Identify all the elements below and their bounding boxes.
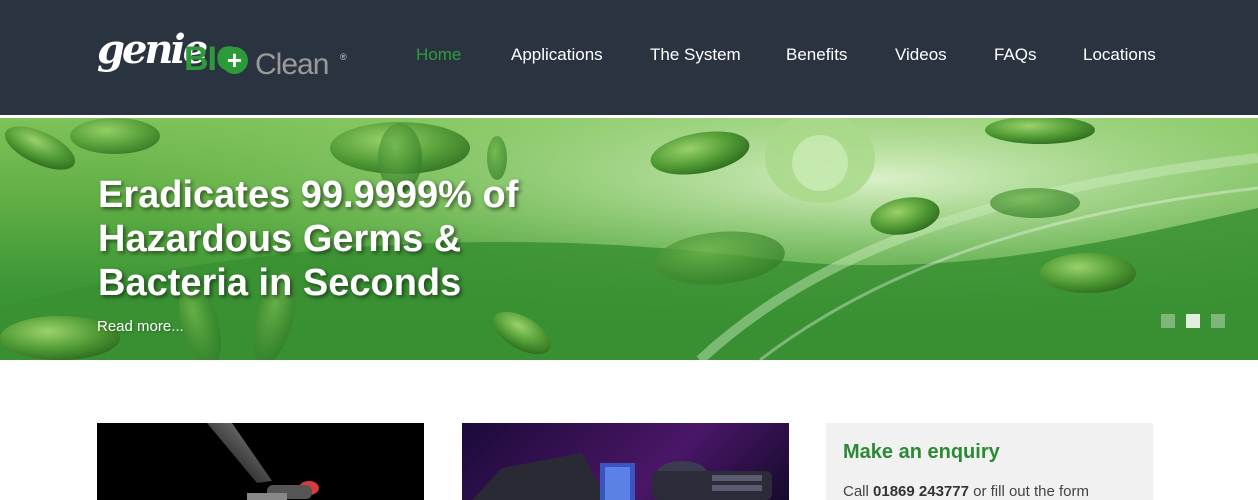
nav-item-home[interactable]: Home — [416, 45, 461, 65]
enquiry-text-prefix: Call — [843, 483, 874, 500]
hero-headline: Eradicates 99.9999% of Hazardous Germs &… — [98, 173, 618, 305]
genie-bio-clean-logo[interactable]: genie BIO + Clean ® — [97, 26, 357, 88]
enquiry-title: Make an enquiry — [843, 441, 1000, 463]
enquiry-text-suffix: or fill out the form — [968, 483, 1089, 500]
lab-equipment-illustration — [472, 453, 772, 500]
hero-slider: Eradicates 99.9999% of Hazardous Germs &… — [0, 118, 1258, 360]
spray-device-image[interactable] — [97, 423, 424, 500]
slider-dot-3[interactable] — [1211, 314, 1225, 328]
nav-item-videos[interactable]: Videos — [895, 45, 947, 65]
read-more-link[interactable]: Read more... — [97, 318, 184, 335]
enquiry-text: Call 01869 243777 or fill out the form — [843, 483, 1089, 500]
equipment-image[interactable] — [462, 423, 789, 500]
site-header: genie BIO + Clean ® Home Applications Th… — [0, 0, 1258, 115]
nav-item-locations[interactable]: Locations — [1083, 45, 1156, 65]
hero-headline-line-2: Hazardous Germs & — [98, 218, 462, 260]
nav-item-applications[interactable]: Applications — [511, 45, 603, 65]
slider-dot-1[interactable] — [1161, 314, 1175, 328]
nav-item-benefits[interactable]: Benefits — [786, 45, 847, 65]
slider-dot-2[interactable] — [1186, 314, 1200, 328]
nav-item-faqs[interactable]: FAQs — [994, 45, 1037, 65]
nav-item-the-system[interactable]: The System — [650, 45, 741, 65]
spray-nozzle-illustration — [207, 423, 319, 500]
phone-number-link[interactable]: 01869 243777 — [873, 483, 969, 500]
logo-clean-text: Clean — [255, 48, 329, 81]
hero-headline-line-1: Eradicates 99.9999% of — [98, 174, 519, 216]
registered-mark: ® — [340, 52, 347, 62]
hero-headline-line-3: Bacteria in Seconds — [98, 262, 462, 304]
logo-plus-icon: + — [221, 47, 248, 74]
enquiry-panel: Make an enquiry Call 01869 243777 or fil… — [826, 423, 1153, 500]
